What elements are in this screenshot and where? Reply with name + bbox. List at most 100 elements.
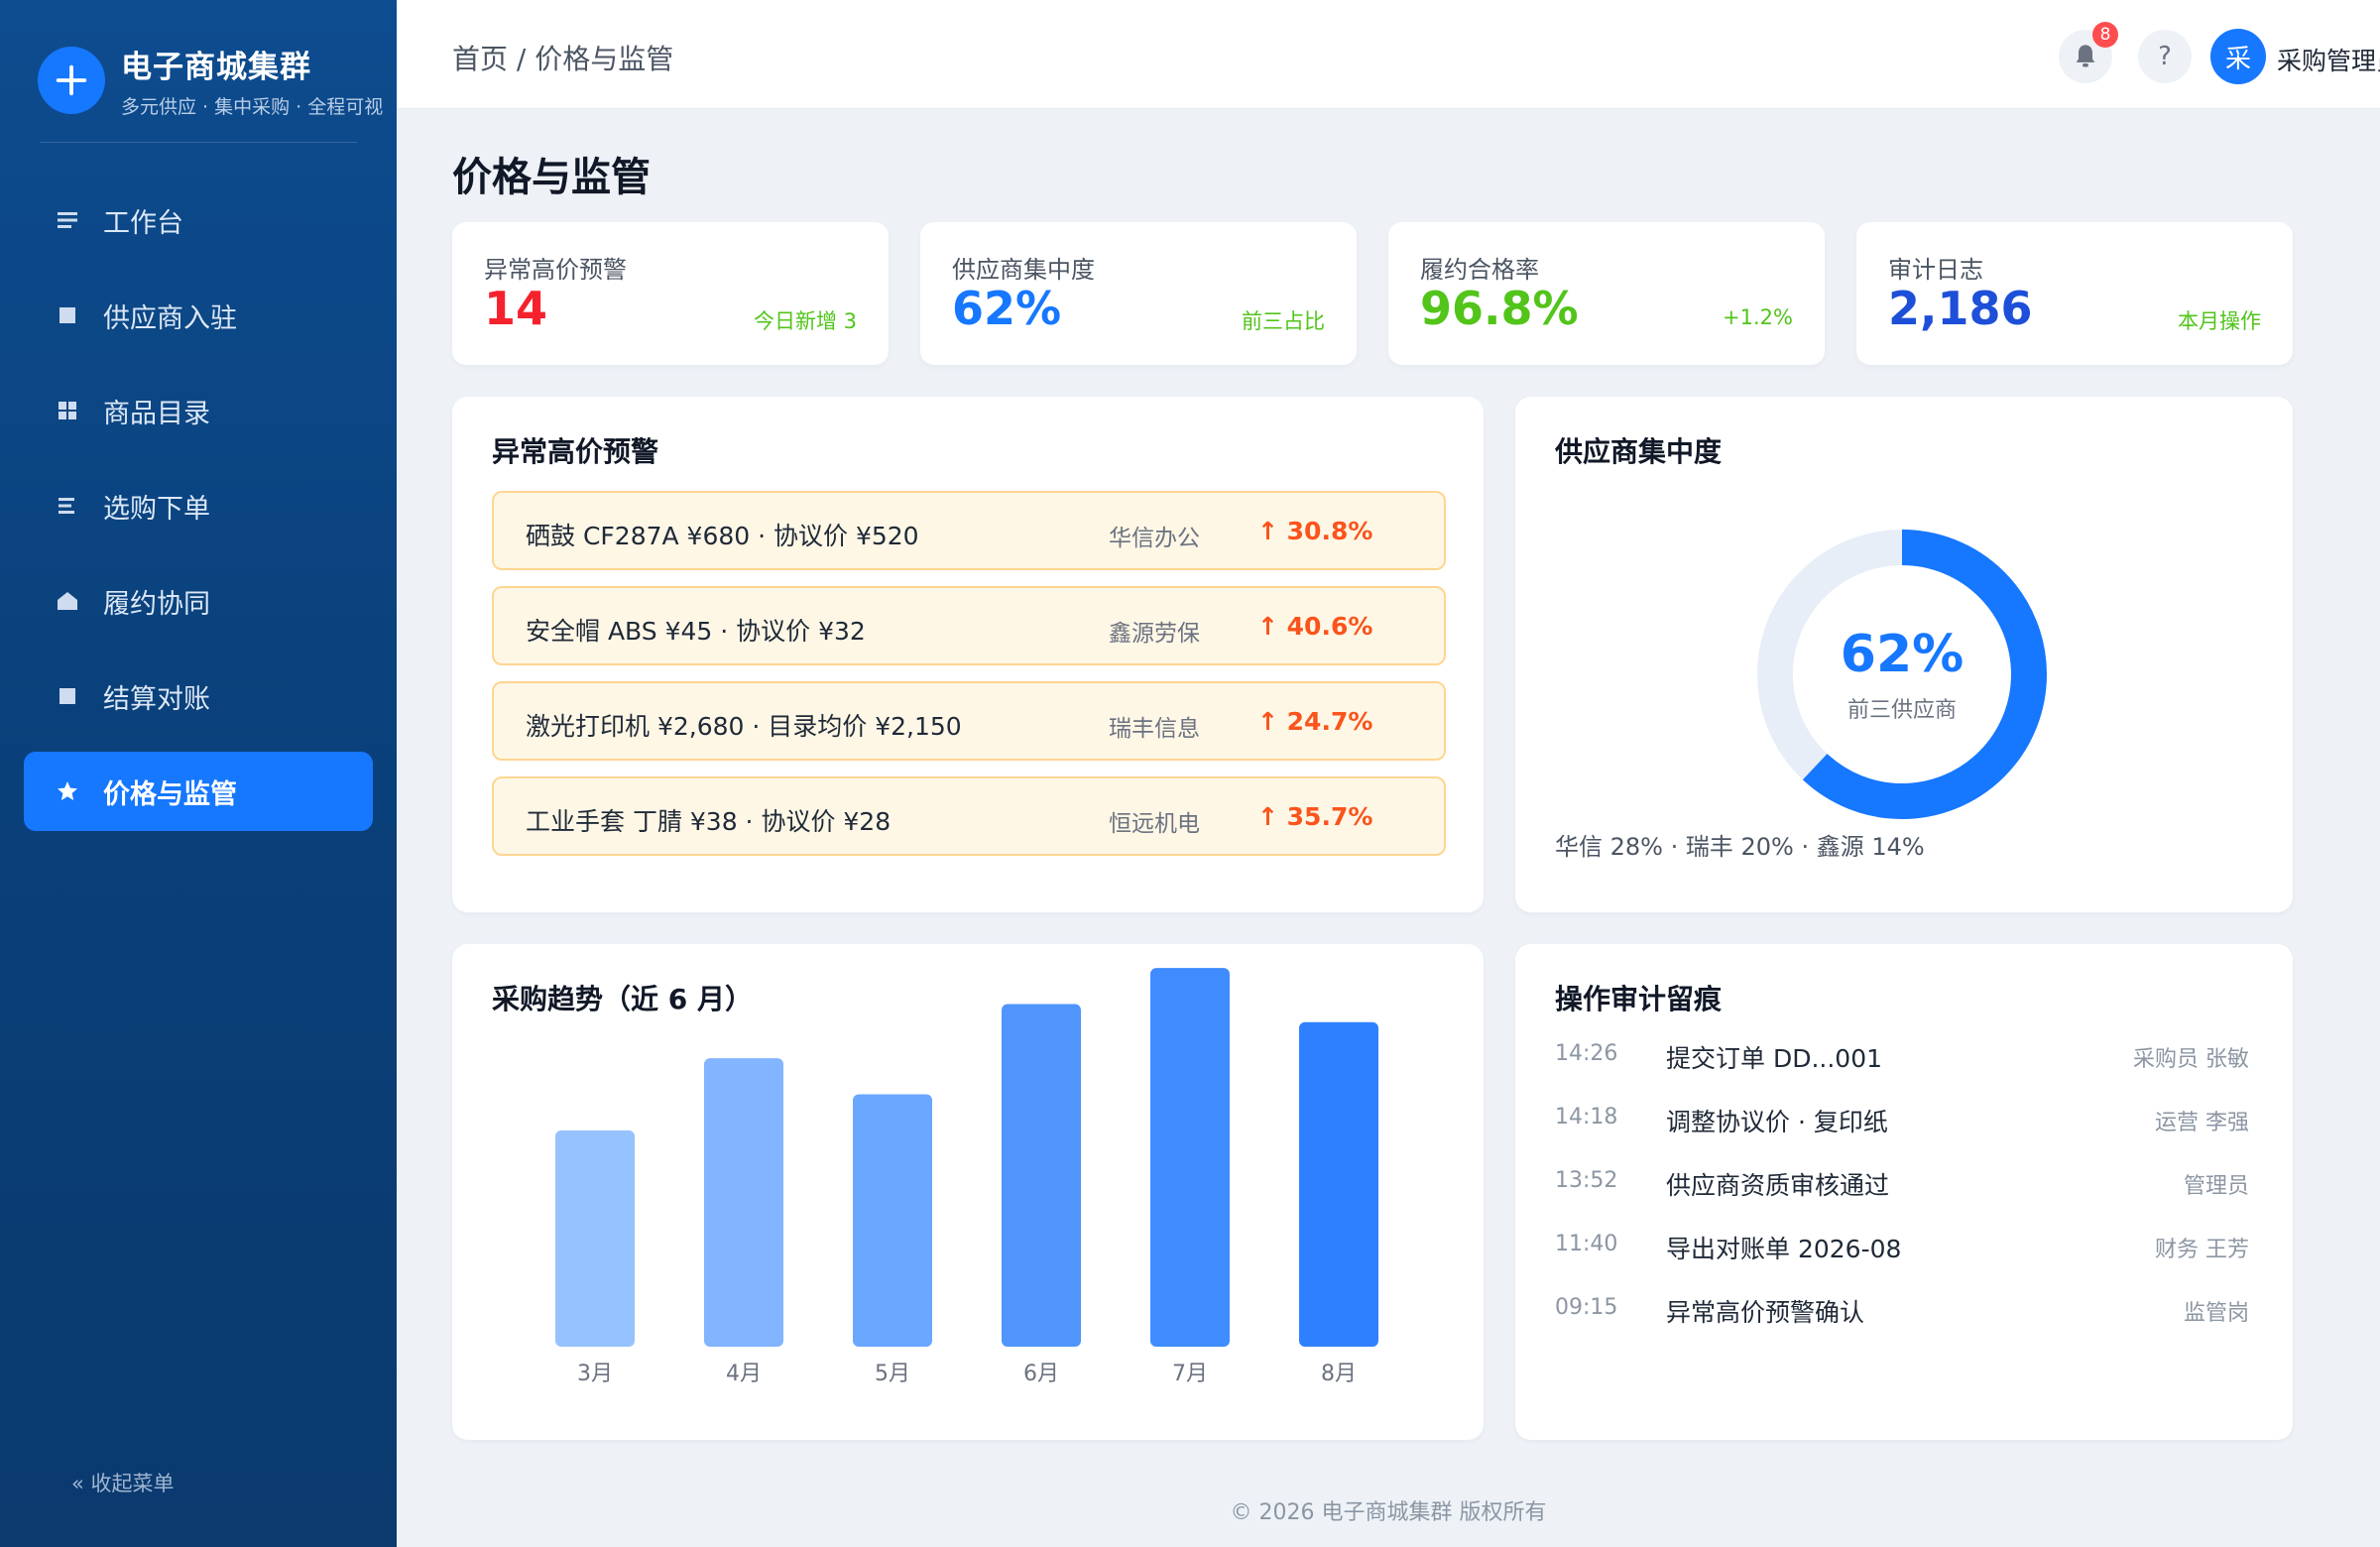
alert-item-text: 硒鼓 CF287A ¥680 · 协议价 ¥520 [526, 522, 919, 550]
bar-5[interactable] [1150, 968, 1230, 1347]
alert-rate: ↑ 24.7% [1257, 707, 1373, 736]
page-title: 价格与监管 [452, 155, 651, 200]
bar-4[interactable] [1002, 1004, 1081, 1347]
kpi-value: 2,186 [1888, 282, 2033, 335]
home-icon [54, 587, 81, 615]
sidebar-nav: 工作台 供应商入驻 商品目录 选购下单 履约协同 结算对账 价格与监管 [24, 180, 373, 847]
donut-value: 62% [1840, 625, 1964, 684]
x-tick-label: 7月 [1172, 1362, 1208, 1386]
alert-row[interactable]: 工业手套 丁腈 ¥38 · 协议价 ¥28 恒远机电 ↑ 35.7% [492, 776, 1446, 856]
card-title: 操作审计留痕 [1555, 983, 1723, 1015]
kpi-value: 62% [952, 282, 1062, 335]
sidebar-item-price-supervision[interactable]: 价格与监管 [24, 752, 373, 831]
x-tick-label: 3月 [577, 1362, 613, 1386]
card-title: 供应商集中度 [1555, 435, 1723, 468]
kpi-card-fulfillment-rate[interactable]: 履约合格率 96.8% +1.2% [1388, 222, 1825, 365]
bar-6[interactable] [1299, 1021, 1378, 1347]
alert-supplier: 鑫源劳保 [1109, 621, 1200, 647]
sidebar-item-ordering[interactable]: 选购下单 [24, 466, 373, 545]
sidebar-item-label: 结算对账 [103, 683, 210, 715]
kpi-note: 本月操作 [2178, 309, 2261, 333]
sidebar: 电子商城集群 多元供应 · 集中采购 · 全程可视 工作台 供应商入驻 商品目录… [0, 0, 397, 1547]
star-icon [54, 777, 81, 805]
kpi-note: +1.2% [1723, 305, 1793, 329]
kpi-label: 供应商集中度 [952, 256, 1095, 284]
audit-row[interactable]: 13:52 供应商资质审核通过 管理员 [1555, 1168, 2249, 1208]
brand-title: 电子商城集群 [121, 50, 311, 85]
breadcrumb[interactable]: 首页 / 价格与监管 [452, 38, 673, 77]
alert-supplier: 华信办公 [1109, 526, 1200, 551]
brand[interactable]: 电子商城集群 多元供应 · 集中采购 · 全程可视 [38, 42, 383, 119]
sidebar-divider [40, 142, 357, 143]
audit-time: 14:18 [1555, 1105, 1618, 1130]
sidebar-item-label: 商品目录 [103, 398, 210, 429]
donut-legend: 华信 28% · 瑞丰 20% · 鑫源 14% [1555, 833, 1925, 861]
avatar[interactable]: 采 [2210, 29, 2266, 84]
audit-action: 异常高价预警确认 [1666, 1298, 1865, 1327]
audit-action: 提交订单 DD...001 [1666, 1044, 1883, 1073]
kpi-value: 96.8% [1420, 282, 1579, 335]
kpi-card-audit-log[interactable]: 审计日志 2,186 本月操作 [1856, 222, 2293, 365]
sidebar-item-supplier-onboarding[interactable]: 供应商入驻 [24, 276, 373, 355]
audit-user: 监管岗 [2183, 1301, 2249, 1326]
alert-row[interactable]: 安全帽 ABS ¥45 · 协议价 ¥32 鑫源劳保 ↑ 40.6% [492, 586, 1446, 665]
audit-row[interactable]: 14:26 提交订单 DD...001 采购员 张敏 [1555, 1041, 2249, 1081]
purchase-trend-card: 采购趋势（近 6 月） 3月 4月 5月 6月 7月 8月 [452, 944, 1484, 1440]
notification-button[interactable]: 8 [2059, 22, 2118, 83]
list-icon [54, 492, 81, 520]
alert-row[interactable]: 硒鼓 CF287A ¥680 · 协议价 ¥520 华信办公 ↑ 30.8% [492, 491, 1446, 570]
alert-rate: ↑ 30.8% [1257, 517, 1373, 545]
audit-user: 采购员 张敏 [2133, 1047, 2249, 1072]
brand-subtitle: 多元供应 · 集中采购 · 全程可视 [121, 96, 384, 118]
kpi-label: 审计日志 [1888, 256, 1983, 284]
price-alert-card: 异常高价预警 硒鼓 CF287A ¥680 · 协议价 ¥520 华信办公 ↑ … [452, 397, 1484, 912]
collapse-menu-button[interactable]: « 收起菜单 [71, 1468, 175, 1497]
kpi-note: 今日新增 3 [753, 309, 857, 333]
notification-badge: 8 [2092, 22, 2118, 48]
kpi-note: 前三占比 [1242, 309, 1325, 333]
x-tick-label: 6月 [1023, 1362, 1059, 1386]
alert-supplier: 恒远机电 [1109, 811, 1200, 837]
audit-time: 09:15 [1555, 1295, 1618, 1320]
sidebar-item-settlement[interactable]: 结算对账 [24, 656, 373, 736]
bell-icon [2072, 43, 2099, 70]
sidebar-item-workbench[interactable]: 工作台 [24, 180, 373, 260]
x-tick-label: 5月 [875, 1362, 910, 1386]
help-icon: ? [2158, 42, 2172, 71]
alert-item-text: 激光打印机 ¥2,680 · 目录均价 ¥2,150 [526, 712, 962, 741]
alert-item-text: 工业手套 丁腈 ¥38 · 协议价 ¥28 [526, 807, 892, 836]
audit-row[interactable]: 11:40 导出对账单 2026-08 财务 王芳 [1555, 1232, 2249, 1271]
donut-chart: 62% 前三供应商 [1753, 526, 2051, 823]
sidebar-item-label: 工作台 [103, 207, 183, 239]
plus-icon [38, 47, 105, 114]
audit-user: 运营 李强 [2155, 1111, 2249, 1135]
audit-row[interactable]: 14:18 调整协议价 · 复印纸 运营 李强 [1555, 1105, 2249, 1144]
square-icon [54, 301, 81, 329]
card-title: 异常高价预警 [492, 435, 659, 468]
alert-supplier: 瑞丰信息 [1109, 716, 1200, 742]
grid-icon [54, 397, 81, 424]
audit-action: 供应商资质审核通过 [1666, 1171, 1890, 1200]
alert-item-text: 安全帽 ABS ¥45 · 协议价 ¥32 [526, 617, 866, 646]
sidebar-item-label: 履约协同 [103, 588, 210, 620]
x-tick-label: 4月 [726, 1362, 762, 1386]
kpi-card-concentration[interactable]: 供应商集中度 62% 前三占比 [920, 222, 1357, 365]
bar-1[interactable] [555, 1130, 635, 1347]
bar-2[interactable] [704, 1058, 783, 1347]
sidebar-item-label: 供应商入驻 [103, 302, 237, 334]
alert-row[interactable]: 激光打印机 ¥2,680 · 目录均价 ¥2,150 瑞丰信息 ↑ 24.7% [492, 681, 1446, 761]
bar-3[interactable] [853, 1094, 932, 1347]
audit-time: 13:52 [1555, 1168, 1618, 1193]
audit-row[interactable]: 09:15 异常高价预警确认 监管岗 [1555, 1295, 2249, 1335]
sidebar-item-catalog[interactable]: 商品目录 [24, 371, 373, 450]
sidebar-item-label: 价格与监管 [103, 778, 237, 810]
help-button[interactable]: ? [2138, 30, 2192, 83]
user-name[interactable]: 采购管理员 [2277, 42, 2380, 77]
audit-user: 财务 王芳 [2155, 1238, 2249, 1262]
x-tick-label: 8月 [1321, 1362, 1357, 1386]
kpi-label: 异常高价预警 [484, 256, 627, 284]
sidebar-item-fulfillment[interactable]: 履约协同 [24, 561, 373, 641]
audit-time: 14:26 [1555, 1041, 1618, 1066]
kpi-card-price-alerts[interactable]: 异常高价预警 14 今日新增 3 [452, 222, 889, 365]
audit-action: 调整协议价 · 复印纸 [1666, 1108, 1888, 1136]
